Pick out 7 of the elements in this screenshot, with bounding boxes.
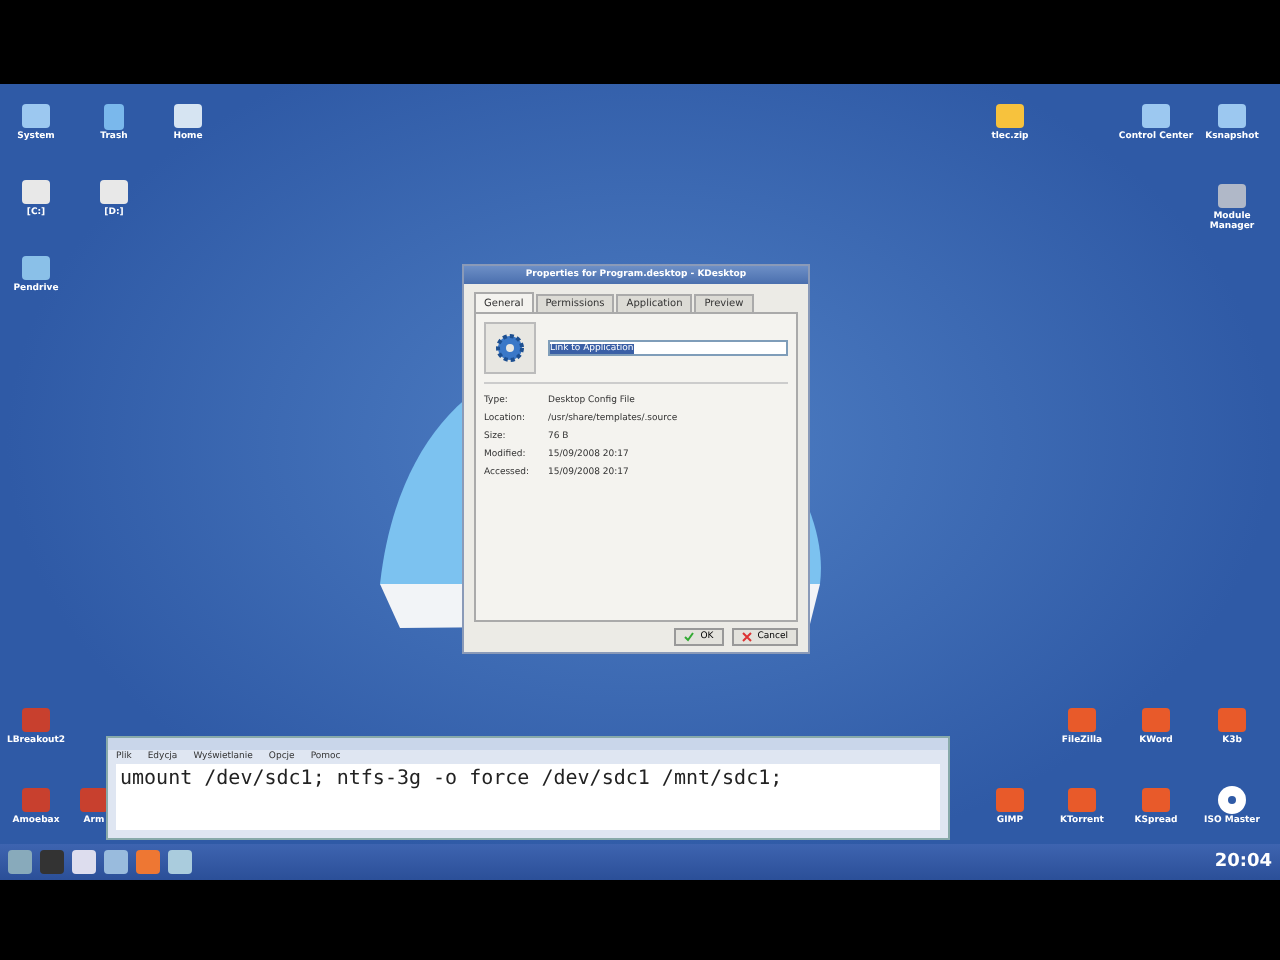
clock: 20:04 [1214, 852, 1272, 872]
check-icon [684, 632, 695, 642]
disc-icon [1216, 784, 1248, 816]
icon-picker-button[interactable] [484, 322, 536, 374]
gear-icon [494, 332, 526, 364]
cross-icon [741, 632, 752, 642]
command-text: umount /dev/sdc1; ntfs-3g -o force /dev/sdc1 /mnt/sdc1; [116, 764, 940, 830]
